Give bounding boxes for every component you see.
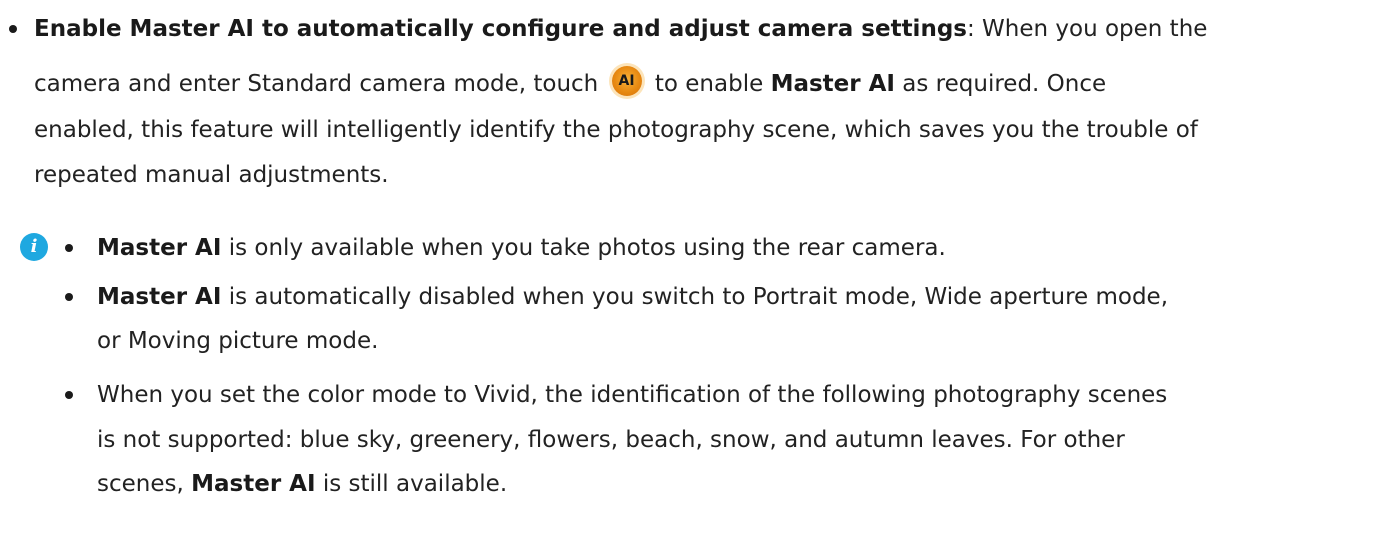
main-line-2: camera and enter Standard camera mode, t… bbox=[34, 65, 1107, 100]
note-item-1-bold: Master AI bbox=[97, 235, 222, 261]
note-item-1: Master AI is only available when you tak… bbox=[97, 233, 946, 263]
line2-bold: Master AI bbox=[770, 71, 895, 97]
note-bullet-1 bbox=[65, 244, 73, 252]
note-item-3-post: is still available. bbox=[322, 471, 508, 497]
note-item-3-bold: Master AI bbox=[191, 471, 316, 497]
line2-mid: to enable bbox=[654, 71, 764, 97]
note-item-2-text: is automatically disabled when you switc… bbox=[228, 284, 1169, 310]
note-item-2-bold: Master AI bbox=[97, 284, 222, 310]
document-page: Enable Master AI to automatically config… bbox=[0, 0, 1397, 540]
main-heading-suffix: : When you open the bbox=[966, 16, 1208, 42]
note-item-3-line-3: scenes, Master AI is still available. bbox=[97, 469, 507, 499]
note-item-1-text: is only available when you take photos u… bbox=[228, 235, 946, 261]
note-item-3-line-1: When you set the color mode to Vivid, th… bbox=[97, 382, 1168, 408]
note-item-2-line-1: Master AI is automatically disabled when… bbox=[97, 282, 1168, 312]
main-line-4: repeated manual adjustments. bbox=[34, 162, 389, 188]
main-heading: Enable Master AI to automatically config… bbox=[34, 16, 967, 42]
bullet-main bbox=[9, 25, 17, 33]
info-icon: i bbox=[20, 233, 48, 261]
note-bullet-3 bbox=[65, 391, 73, 399]
main-line-1: Enable Master AI to automatically config… bbox=[34, 14, 1207, 44]
master-ai-icon[interactable]: AI bbox=[611, 65, 642, 96]
main-line-3: enabled, this feature will intelligently… bbox=[34, 117, 1198, 143]
note-bullet-2 bbox=[65, 293, 73, 301]
line2-post: as required. Once bbox=[902, 71, 1107, 97]
note-item-3-pre: scenes, bbox=[97, 471, 184, 497]
note-item-2-line-2: or Moving picture mode. bbox=[97, 328, 379, 354]
note-item-3-line-2: is not supported: blue sky, greenery, fl… bbox=[97, 427, 1125, 453]
line2-pre: camera and enter Standard camera mode, t… bbox=[34, 71, 599, 97]
